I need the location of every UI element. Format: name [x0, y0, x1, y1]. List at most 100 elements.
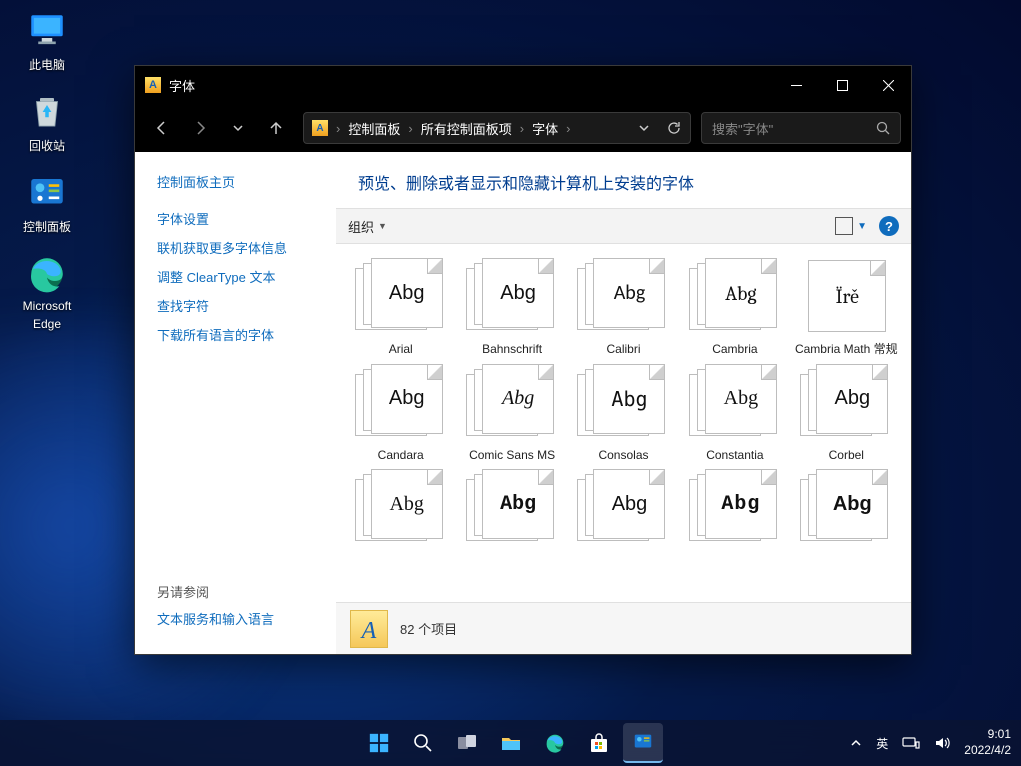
desktop-icon-label: 控制面板	[23, 218, 71, 235]
desktop-icon-edge[interactable]: Microsoft Edge	[8, 253, 86, 331]
taskbar-store[interactable]	[579, 723, 619, 763]
font-thumbnail: Abg	[800, 364, 892, 442]
folder-font-icon: A	[350, 610, 388, 648]
font-item[interactable]: AbgConstantia	[680, 364, 789, 464]
taskview-icon	[456, 732, 478, 754]
start-button[interactable]	[359, 723, 399, 763]
control-panel-icon	[26, 172, 68, 214]
font-thumbnail: Abg	[466, 469, 558, 547]
network-icon[interactable]	[902, 736, 920, 750]
desktop-icon-control-panel[interactable]: 控制面板	[8, 172, 86, 235]
see-also-header: 另请参阅	[157, 582, 335, 601]
font-label: Bahnschrift	[482, 342, 542, 358]
sidebar-home-link[interactable]: 控制面板主页	[157, 172, 335, 191]
font-item[interactable]: Abg Corbel	[792, 364, 901, 464]
sidebar-link-find-char[interactable]: 查找字符	[157, 296, 335, 315]
refresh-icon[interactable]	[666, 120, 682, 136]
status-text: 82 个项目	[400, 619, 457, 638]
font-item[interactable]: Abg	[569, 469, 678, 553]
tray-date: 2022/4/2	[964, 743, 1011, 759]
taskbar-search[interactable]	[403, 723, 443, 763]
font-list-scroll[interactable]: AbgArialAbgBahnschriftAbgCalibriAbgCambr…	[336, 244, 911, 602]
forward-button[interactable]	[183, 111, 217, 145]
font-label: Corbel	[829, 448, 864, 464]
desktop-icon-label: 此电脑	[29, 56, 65, 73]
view-dropdown-icon[interactable]: ▼	[857, 221, 867, 232]
tray-ime[interactable]: 英	[876, 735, 888, 752]
font-thumbnail: Ïrě	[800, 258, 892, 336]
arrow-right-icon	[192, 120, 208, 136]
breadcrumb-control-panel[interactable]: 控制面板	[348, 119, 400, 138]
font-item[interactable]: AbgConsolas	[569, 364, 678, 464]
minimize-button[interactable]	[773, 66, 819, 104]
font-label: Calibri	[606, 342, 640, 358]
font-thumbnail: Abg	[689, 469, 781, 547]
minimize-icon	[791, 80, 802, 91]
taskbar-control-panel[interactable]	[623, 723, 663, 763]
taskbar-edge[interactable]	[535, 723, 575, 763]
search-box[interactable]: 搜索"字体"	[701, 112, 901, 144]
sidebar-link-font-settings[interactable]: 字体设置	[157, 209, 335, 228]
edge-icon	[544, 732, 566, 754]
font-item[interactable]: Ïrě Cambria Math 常规	[792, 258, 901, 358]
font-thumbnail: Abg	[466, 258, 558, 336]
arrow-left-icon	[154, 120, 170, 136]
font-item[interactable]: AbgCandara	[346, 364, 455, 464]
tray-clock[interactable]: 9:01 2022/4/2	[964, 727, 1011, 758]
font-label: Comic Sans MS	[469, 448, 555, 464]
chevron-down-icon	[232, 122, 244, 134]
title-bar[interactable]: A 字体	[135, 66, 911, 104]
font-label: Cambria Math 常规	[795, 342, 898, 358]
maximize-icon	[837, 80, 848, 91]
font-item[interactable]: Abg	[792, 469, 901, 553]
font-label: Consolas	[598, 448, 648, 464]
sidebar-link-text-services[interactable]: 文本服务和输入语言	[157, 609, 335, 628]
maximize-button[interactable]	[819, 66, 865, 104]
font-thumbnail: Abg	[466, 364, 558, 442]
taskbar[interactable]: 英 9:01 2022/4/2	[0, 720, 1021, 766]
font-item[interactable]: AbgCambria	[680, 258, 789, 358]
sidebar-link-get-more-fonts[interactable]: 联机获取更多字体信息	[157, 238, 335, 257]
status-bar: A 82 个项目	[336, 602, 911, 654]
store-icon	[588, 732, 610, 754]
desktop-icon-label: Microsoft	[23, 299, 72, 313]
desktop-icon-this-pc[interactable]: 此电脑	[8, 10, 86, 73]
font-item[interactable]: Abg	[457, 469, 566, 553]
desktop-icon-label: Edge	[33, 317, 61, 331]
sidebar-link-download-all[interactable]: 下载所有语言的字体	[157, 325, 335, 344]
view-button[interactable]	[835, 217, 853, 235]
close-icon	[883, 80, 894, 91]
font-thumbnail: Abg	[577, 258, 669, 336]
desktop-icon-recycle-bin[interactable]: 回收站	[8, 91, 86, 154]
help-button[interactable]: ?	[879, 216, 899, 236]
organize-button[interactable]: 组织 ▼	[348, 217, 387, 236]
chevron-down-icon: ▼	[378, 221, 387, 231]
search-icon	[413, 733, 433, 753]
font-thumbnail: Abg	[355, 258, 447, 336]
font-item[interactable]: Abg	[680, 469, 789, 553]
font-item[interactable]: Abg Calibri	[569, 258, 678, 358]
up-button[interactable]	[259, 111, 293, 145]
recent-button[interactable]	[221, 111, 255, 145]
font-item[interactable]: Abg Bahnschrift	[457, 258, 566, 358]
taskbar-explorer[interactable]	[491, 723, 531, 763]
font-item[interactable]: AbgArial	[346, 258, 455, 358]
chevron-up-icon[interactable]	[850, 737, 862, 749]
font-item[interactable]: Abg	[346, 469, 455, 553]
volume-icon[interactable]	[934, 735, 950, 751]
breadcrumb-fonts[interactable]: 字体	[532, 119, 558, 138]
font-item[interactable]: Abg Comic Sans MS	[457, 364, 566, 464]
close-button[interactable]	[865, 66, 911, 104]
window-title: 字体	[169, 76, 773, 95]
chevron-down-icon[interactable]	[638, 122, 650, 134]
taskbar-taskview[interactable]	[447, 723, 487, 763]
page-heading: 预览、删除或者显示和隐藏计算机上安装的字体	[336, 152, 911, 208]
sidebar-link-cleartype[interactable]: 调整 ClearType 文本	[157, 267, 335, 286]
breadcrumb-all-items[interactable]: 所有控制面板项	[421, 119, 512, 138]
font-thumbnail: Abg	[689, 258, 781, 336]
windows-icon	[368, 732, 390, 754]
search-placeholder: 搜索"字体"	[712, 119, 773, 138]
address-bar[interactable]: A › 控制面板 › 所有控制面板项 › 字体 ›	[303, 112, 691, 144]
font-thumbnail: Abg	[577, 469, 669, 547]
back-button[interactable]	[145, 111, 179, 145]
